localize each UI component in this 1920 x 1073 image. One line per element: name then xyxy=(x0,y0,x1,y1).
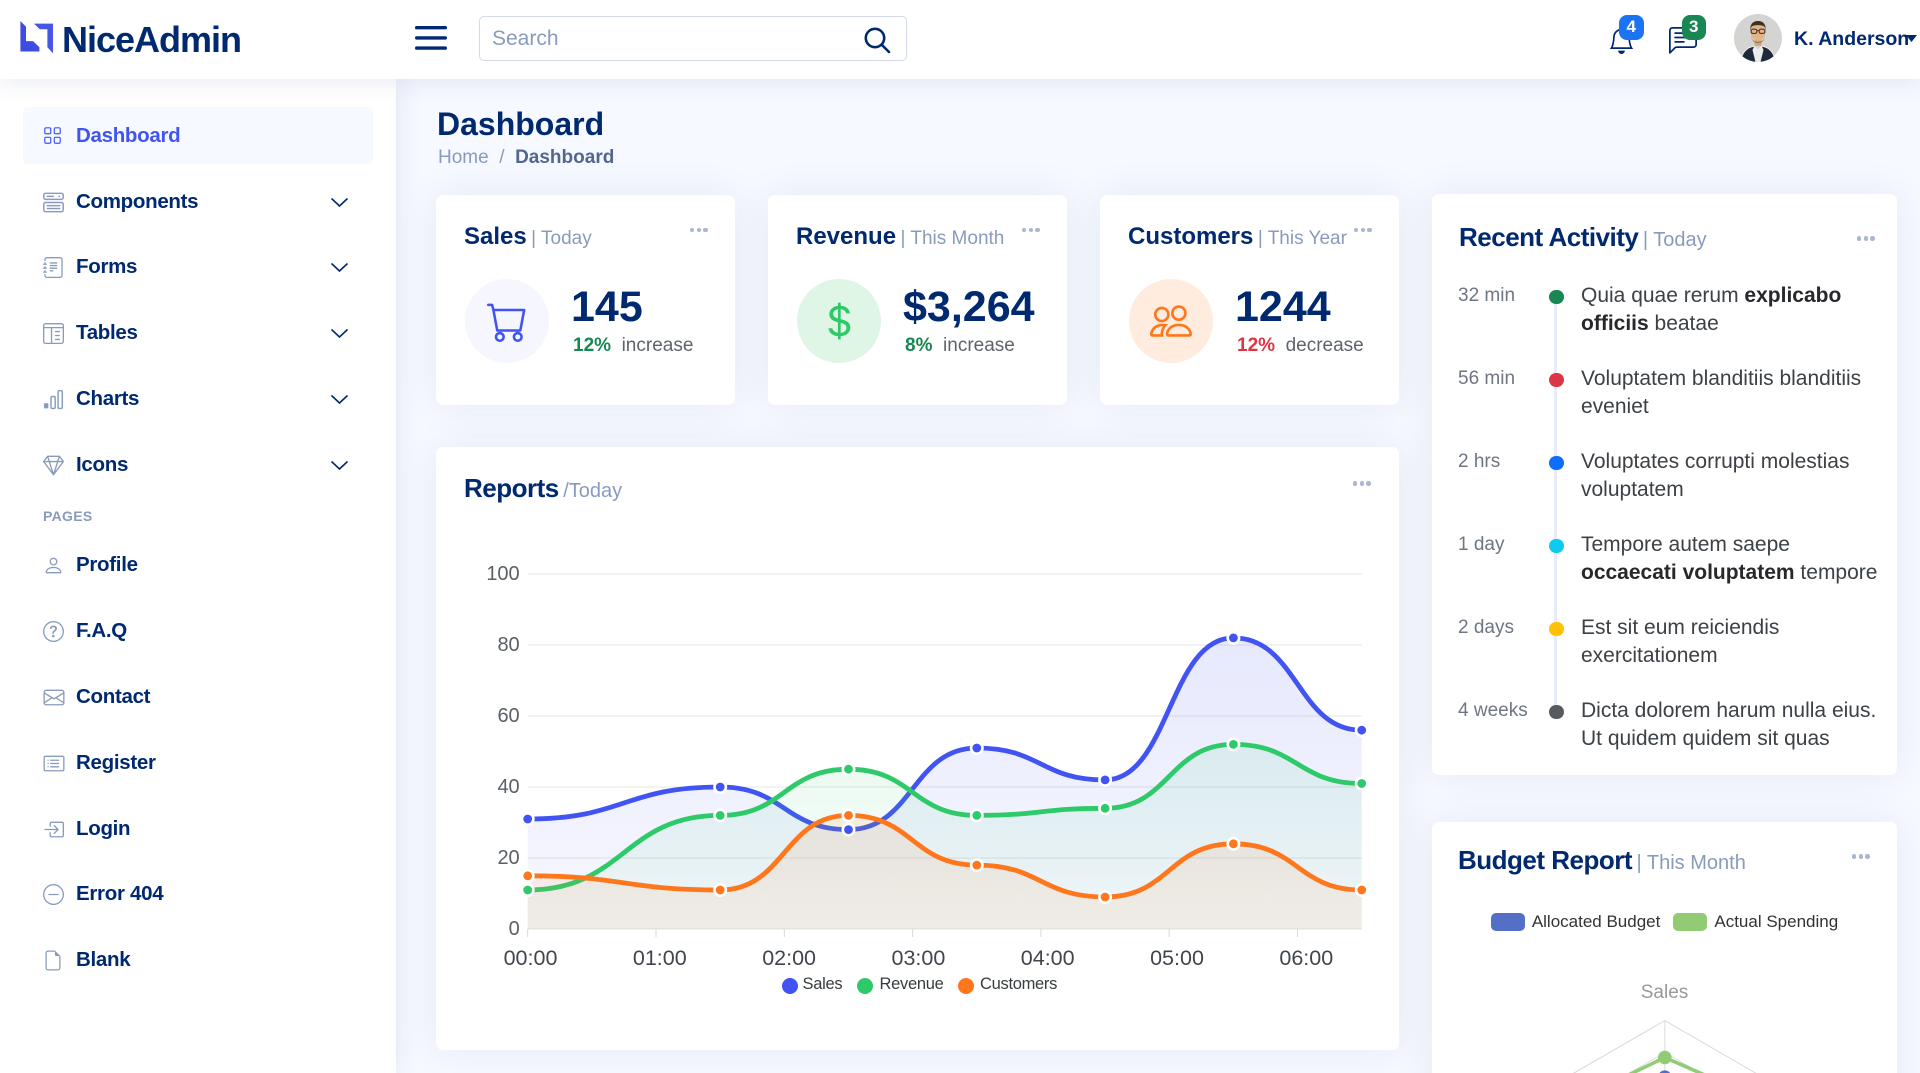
svg-text:40: 40 xyxy=(497,776,519,798)
svg-text:02:00: 02:00 xyxy=(762,946,816,970)
svg-text:100: 100 xyxy=(486,563,519,585)
svg-text:04:00: 04:00 xyxy=(1021,946,1075,970)
svg-text:80: 80 xyxy=(497,634,519,656)
svg-text:20: 20 xyxy=(497,847,519,869)
svg-text:06:00: 06:00 xyxy=(1279,946,1333,970)
svg-text:03:00: 03:00 xyxy=(891,946,945,970)
svg-text:01:00: 01:00 xyxy=(633,946,687,970)
svg-text:05:00: 05:00 xyxy=(1150,946,1204,970)
svg-text:0: 0 xyxy=(509,918,520,940)
svg-text:00:00: 00:00 xyxy=(504,946,558,970)
svg-text:60: 60 xyxy=(497,705,519,727)
